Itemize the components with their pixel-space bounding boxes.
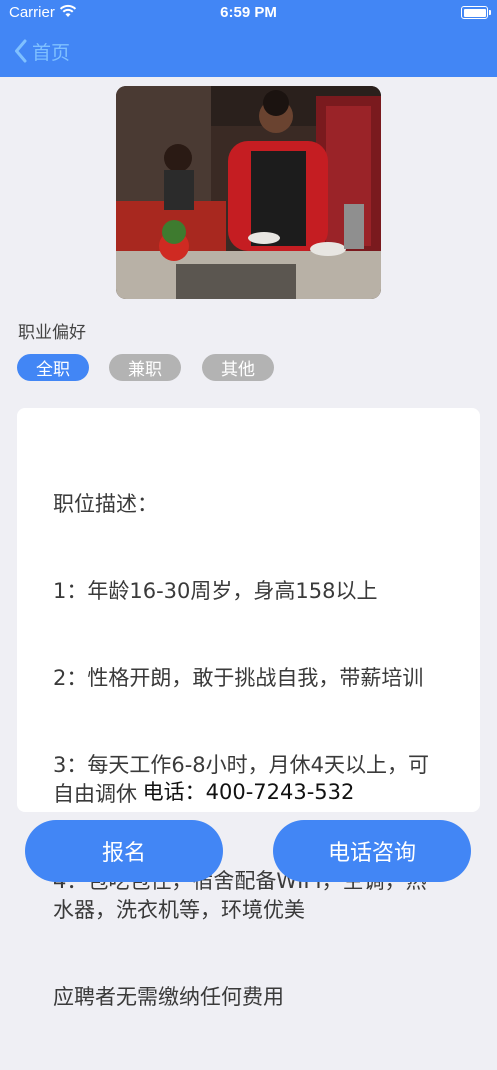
- battery-icon: [461, 6, 491, 19]
- apply-button[interactable]: 报名: [25, 820, 223, 882]
- clock-label: 6:59 PM: [220, 4, 277, 21]
- tag-part-time[interactable]: 兼职: [109, 354, 181, 381]
- status-bar: Carrier 6:59 PM: [0, 0, 497, 26]
- description-line: 应聘者无需缴纳任何费用: [53, 985, 284, 1009]
- job-photo: [116, 86, 381, 299]
- chevron-left-icon: [14, 39, 28, 63]
- call-consult-button[interactable]: 电话咨询: [273, 820, 471, 882]
- tag-full-time[interactable]: 全职: [17, 354, 89, 381]
- navigation-bar: Carrier 6:59 PM 首页: [0, 0, 497, 77]
- back-label: 首页: [32, 41, 71, 64]
- tag-other[interactable]: 其他: [202, 354, 274, 381]
- description-line: 2：性格开朗，敢于挑战自我，带薪培训: [53, 666, 424, 690]
- description-line: 职位描述：: [53, 492, 158, 516]
- job-description: 职位描述： 1：年龄16-30周岁，身高158以上 2：性格开朗，敢于挑战自我，…: [53, 432, 433, 1070]
- preference-title: 职业偏好: [18, 323, 86, 343]
- phone-number: 电话：400-7243-532: [142, 780, 355, 804]
- back-button[interactable]: 首页: [14, 36, 70, 66]
- job-description-card: 职位描述： 1：年龄16-30周岁，身高158以上 2：性格开朗，敢于挑战自我，…: [17, 408, 480, 1009]
- description-line: 1：年龄16-30周岁，身高158以上: [53, 579, 378, 603]
